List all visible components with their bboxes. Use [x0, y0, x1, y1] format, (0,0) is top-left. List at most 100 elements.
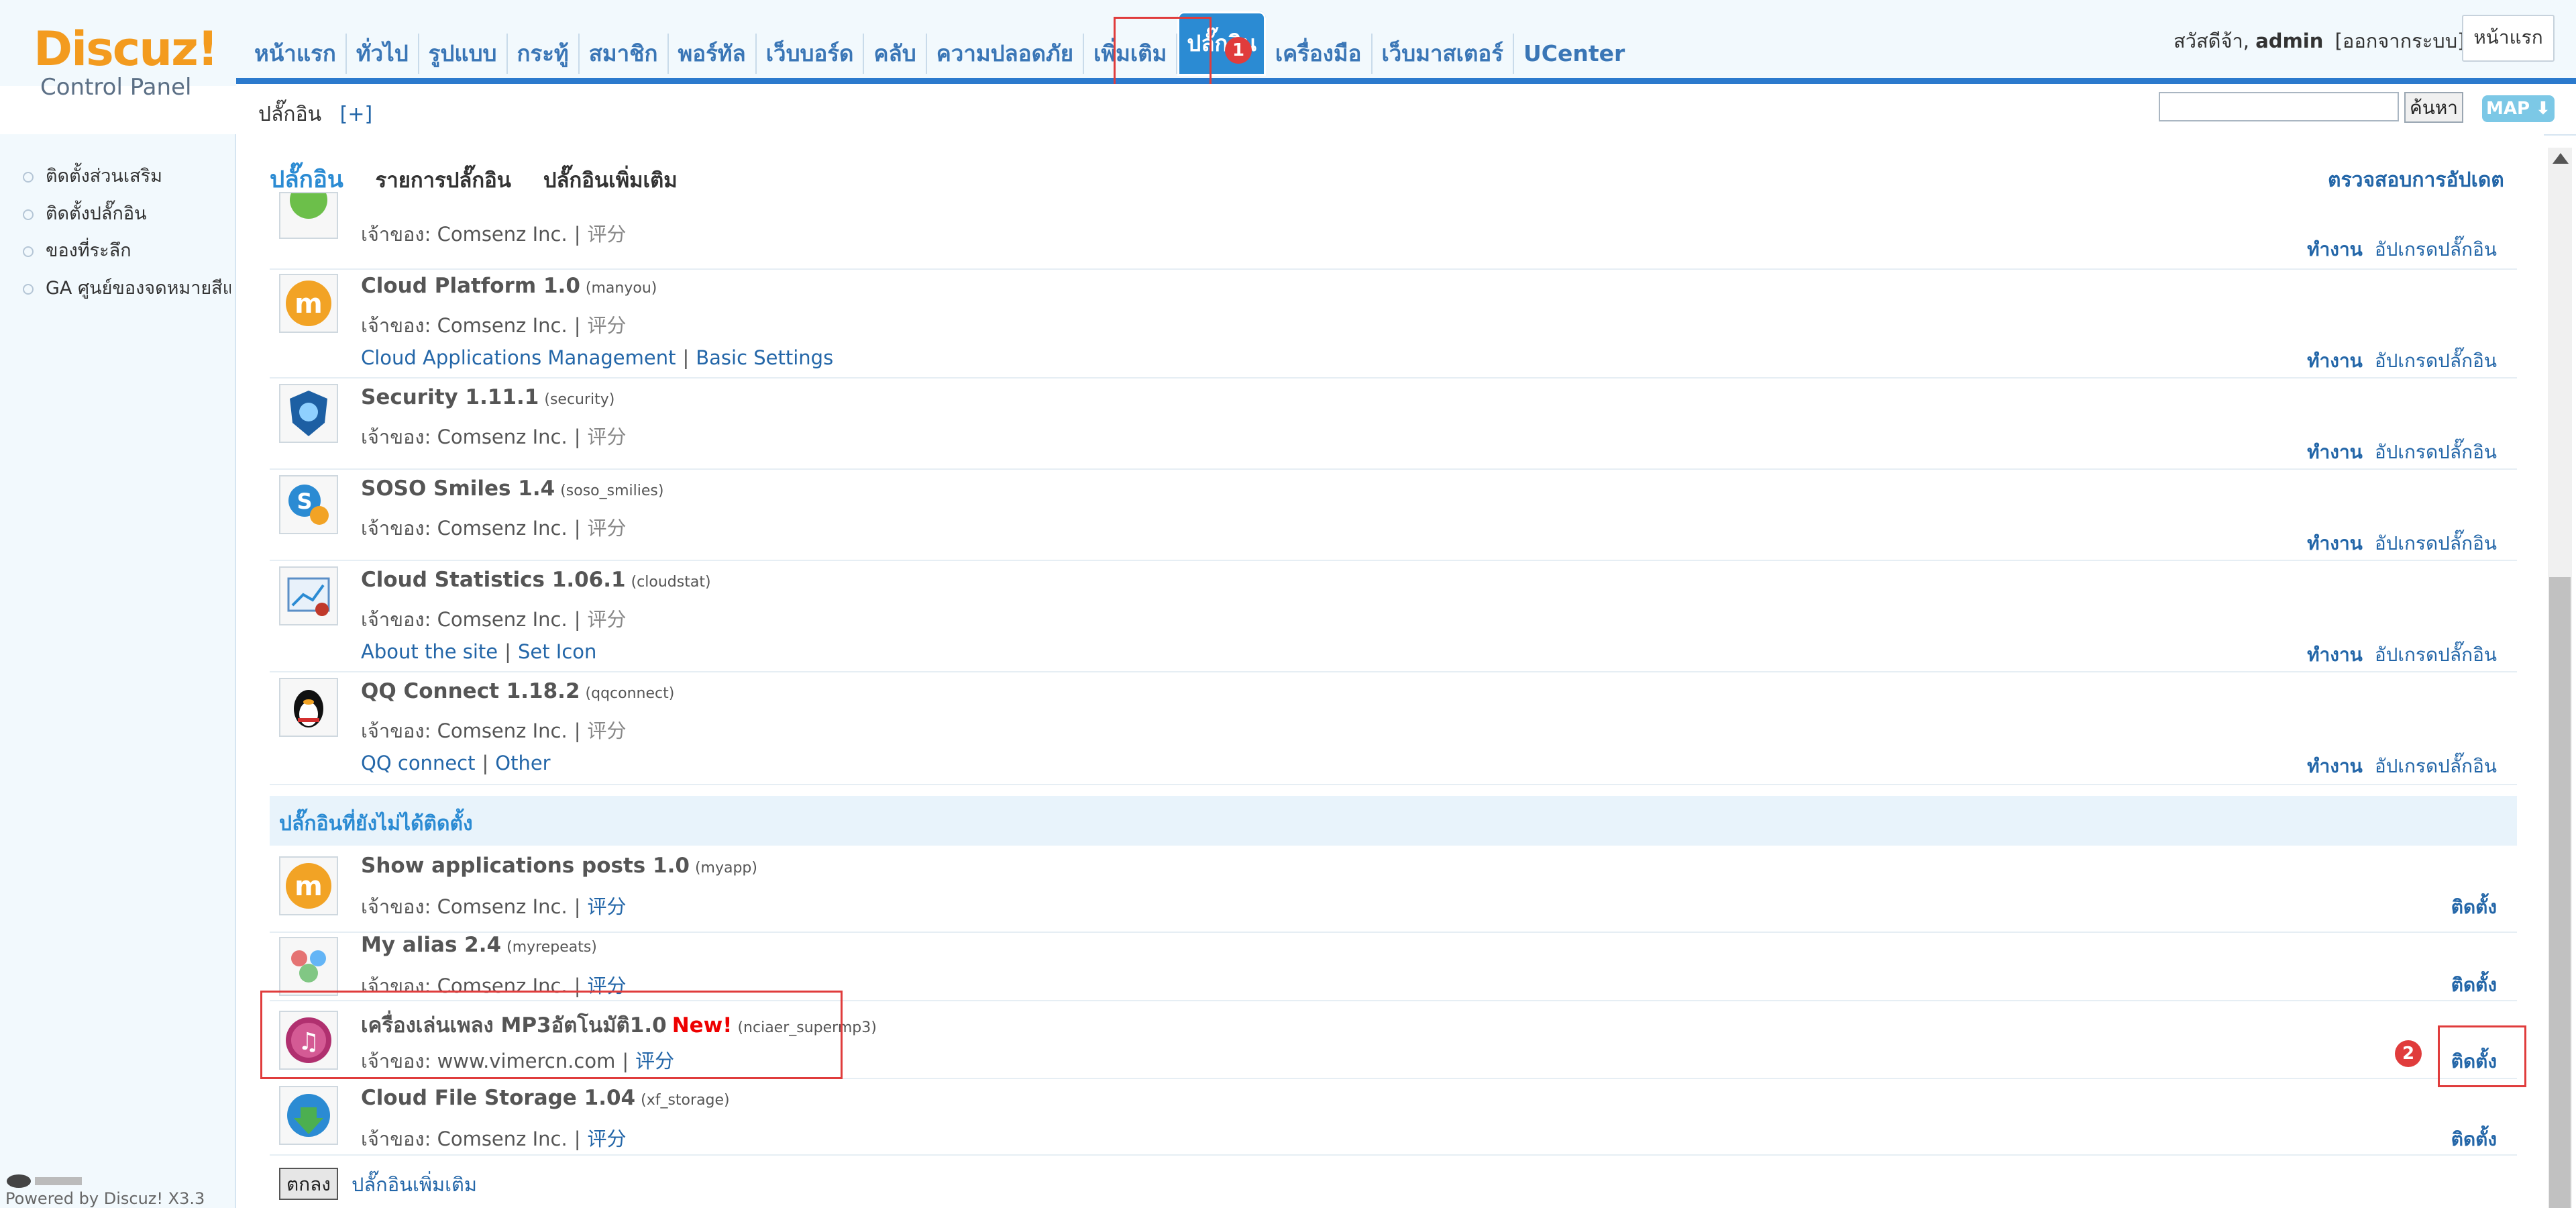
run-link[interactable]: ทำงาน: [2307, 441, 2363, 463]
plugin-row: เจ้าของ: Comsenz Inc. | 评分 ทำงาน อัปเกรดปลั…: [270, 192, 2517, 270]
more-plugins-link[interactable]: ปลั๊กอินเพิ่มเติม: [352, 1169, 477, 1200]
plugin-owner: เจ้าของ: Comsenz Inc. | 评分: [361, 1127, 627, 1150]
run-link[interactable]: ทำงาน: [2307, 238, 2363, 260]
plugin-row-security: Security 1.11.1 (security) เจ้าของ: Comse…: [270, 379, 2517, 470]
rate-link[interactable]: 评分: [587, 608, 626, 631]
cloud-apps-management-link[interactable]: Cloud Applications Management: [361, 346, 676, 369]
rate-link[interactable]: 评分: [587, 425, 626, 448]
nav-members[interactable]: สมาชิก: [580, 34, 669, 74]
plugin-name: Cloud File Storage 1.04 (xf_storage): [361, 1086, 730, 1110]
plugin-row-cloud-file-storage: Cloud File Storage 1.04 (xf_storage) เจ้า…: [270, 1079, 2517, 1156]
run-link[interactable]: ทำงาน: [2307, 350, 2363, 372]
home-button[interactable]: หน้าแรก: [2462, 15, 2555, 62]
bottom-actions: ตกลง ปลั๊กอินเพิ่มเติม: [270, 1154, 2517, 1208]
plugin-links: QQ connect | Other: [361, 752, 551, 774]
scrollbar-thumb[interactable]: [2549, 577, 2571, 1208]
logout-link[interactable]: [ออกจากระบบ]: [2335, 30, 2465, 52]
bullet-icon: [23, 171, 34, 183]
plugin-actions: ทำงาน อัปเกรดปลั๊กอิน: [2307, 235, 2497, 264]
map-button[interactable]: MAP ⬇: [2482, 95, 2555, 122]
tab-plugin-list[interactable]: รายการปลั๊กอิน: [376, 168, 511, 193]
sidebar-item-souvenirs[interactable]: ของที่ระลึก: [23, 236, 231, 264]
nav-style[interactable]: รูปแบบ: [419, 34, 508, 74]
upgrade-link[interactable]: อัปเกรดปลั๊กอิน: [2375, 644, 2497, 666]
rate-link[interactable]: 评分: [587, 517, 626, 540]
plugin-owner: เจ้าของ: Comsenz Inc. | 评分: [361, 608, 627, 631]
plugin-actions: ทำงาน อัปเกรดปลั๊กอิน: [2307, 752, 2497, 781]
rate-link[interactable]: 评分: [587, 1127, 626, 1150]
rate-link[interactable]: 评分: [587, 895, 626, 918]
qq-penguin-icon: [279, 678, 338, 737]
bullet-icon: [23, 283, 34, 295]
plugin-name: Cloud Statistics 1.06.1 (cloudstat): [361, 568, 711, 592]
rate-link[interactable]: 评分: [587, 314, 626, 337]
tab-plugins[interactable]: ปลั๊กอิน: [270, 166, 343, 193]
nav-general[interactable]: ทั่วไป: [347, 34, 419, 74]
about-site-link[interactable]: About the site: [361, 640, 498, 663]
run-link[interactable]: ทำงาน: [2307, 644, 2363, 666]
run-link[interactable]: ทำงาน: [2307, 755, 2363, 777]
nav-tools[interactable]: เครื่องมือ: [1266, 34, 1373, 74]
plugin-links: About the site | Set Icon: [361, 640, 597, 663]
install-link[interactable]: ติดตั้ง: [2451, 970, 2497, 1000]
add-shortcut-link[interactable]: [+]: [340, 103, 373, 126]
main-nav: หน้าแรก ทั่วไป รูปแบบ กระทู้ สมาชิก พอร์…: [245, 11, 1634, 76]
username: admin: [2255, 30, 2324, 52]
nav-home[interactable]: หน้าแรก: [245, 34, 347, 74]
plugin-name: My alias 2.4 (myrepeats): [361, 933, 597, 957]
plugin-row-show-applications: m Show applications posts 1.0 (myapp) เจ้…: [270, 847, 2517, 933]
upgrade-link[interactable]: อัปเกรดปลั๊กอิน: [2375, 350, 2497, 372]
rate-link[interactable]: 评分: [587, 223, 626, 246]
smiley-search-icon: S: [279, 475, 338, 534]
svg-text:S: S: [297, 489, 312, 514]
check-update-link[interactable]: ตรวจสอบการอัปเดต: [2328, 164, 2504, 196]
sidebar-item-install-addons[interactable]: ติดตั้งส่วนเสริม: [23, 161, 231, 190]
upgrade-link[interactable]: อัปเกรดปลั๊กอิน: [2375, 441, 2497, 463]
nav-webmaster[interactable]: เว็บมาสเตอร์: [1373, 34, 1514, 74]
tab-more-plugins[interactable]: ปลั๊กอินเพิ่มเติม: [543, 168, 678, 193]
bullet-icon: [23, 246, 34, 257]
search-input[interactable]: [2159, 92, 2399, 121]
highlight-box-mp3-plugin: [260, 991, 843, 1079]
upgrade-link[interactable]: อัปเกรดปลั๊กอิน: [2375, 755, 2497, 777]
ok-button[interactable]: ตกลง: [279, 1168, 338, 1200]
download-globe-icon: [279, 1086, 338, 1145]
nav-ucenter[interactable]: UCenter: [1514, 34, 1634, 74]
search-button[interactable]: ค้นหา: [2404, 92, 2463, 123]
bullet-icon: [23, 209, 34, 220]
nav-club[interactable]: คลับ: [864, 34, 927, 74]
nav-threads[interactable]: กระทู้: [508, 34, 580, 74]
run-link[interactable]: ทำงาน: [2307, 532, 2363, 554]
plugin-owner: เจ้าของ: Comsenz Inc. | 评分: [361, 314, 627, 337]
plugin-name: Security 1.11.1 (security): [361, 385, 615, 409]
scroll-up-icon[interactable]: [2553, 153, 2569, 164]
nav-security[interactable]: ความปลอดภัย: [927, 34, 1085, 74]
upgrade-link[interactable]: อัปเกรดปลั๊กอิน: [2375, 532, 2497, 554]
plugin-owner: เจ้าของ: Comsenz Inc. | 评分: [361, 719, 627, 742]
sidebar-item-label: GA ศูนย์ของจดหมายสีแ: [46, 278, 231, 299]
plugin-row-cloud-platform: m Cloud Platform 1.0 (manyou) เจ้าของ: Co…: [270, 268, 2517, 379]
users-group-icon: [279, 937, 338, 996]
basic-settings-link[interactable]: Basic Settings: [696, 346, 833, 369]
install-link[interactable]: ติดตั้ง: [2451, 893, 2497, 922]
install-link[interactable]: ติดตั้ง: [2451, 1125, 2497, 1154]
highlight-box-install: [2438, 1025, 2526, 1087]
set-icon-link[interactable]: Set Icon: [518, 640, 596, 663]
discuz-logo[interactable]: Discuz! Control Panel: [34, 24, 219, 105]
qq-connect-link[interactable]: QQ connect: [361, 752, 475, 774]
other-link[interactable]: Other: [495, 752, 550, 774]
plugin-row-cloud-statistics: Cloud Statistics 1.06.1 (cloudstat) เจ้าข…: [270, 561, 2517, 672]
section-title: ปลั๊กอินที่ยังไม่ได้ติดตั้ง: [279, 812, 473, 836]
sidebar-item-install-plugins[interactable]: ติดตั้งปลั๊กอิน: [23, 199, 231, 228]
rate-link[interactable]: 评分: [587, 719, 626, 742]
nav-forum[interactable]: เว็บบอร์ด: [757, 34, 865, 74]
upgrade-link[interactable]: อัปเกรดปลั๊กอิน: [2375, 238, 2497, 260]
plugin-actions: ทำงาน อัปเกรดปลั๊กอิน: [2307, 438, 2497, 467]
svg-text:m: m: [294, 289, 323, 319]
nav-portal[interactable]: พอร์ทัล: [669, 34, 757, 74]
logo-subtitle: Control Panel: [40, 74, 192, 101]
header-underline: [236, 78, 2576, 84]
sidebar-item-label: ของที่ระลึก: [46, 240, 131, 261]
plugin-row-qq-connect: QQ Connect 1.18.2 (qqconnect) เจ้าของ: Co…: [270, 672, 2517, 785]
sidebar-item-ga[interactable]: GA ศูนย์ของจดหมายสีแ: [23, 273, 231, 302]
